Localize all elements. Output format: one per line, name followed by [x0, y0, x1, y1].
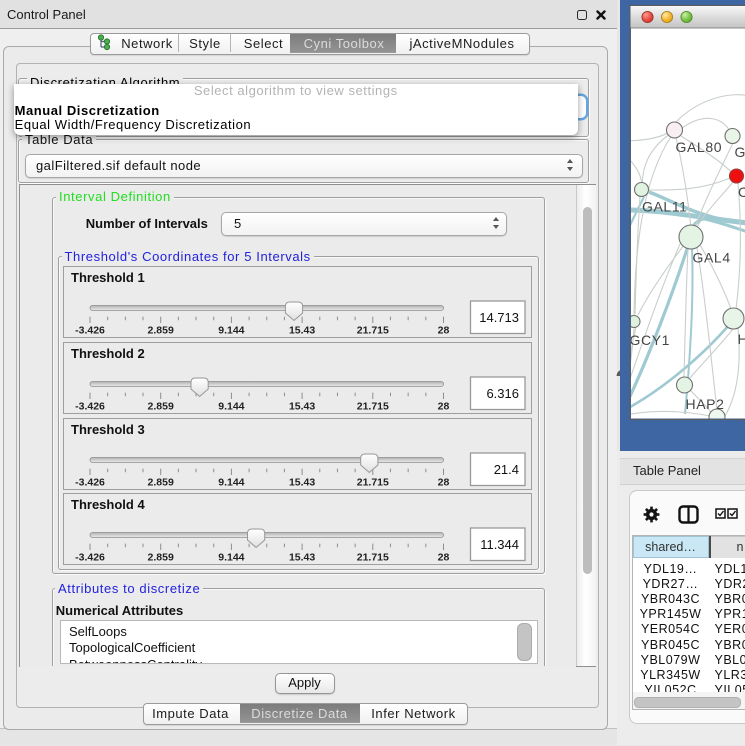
svg-text:HAP2: HAP2: [686, 396, 725, 412]
svg-text:GA: GA: [735, 144, 745, 160]
svg-text:21.715: 21.715: [357, 401, 389, 413]
svg-text:15.43: 15.43: [289, 552, 315, 564]
svg-text:-3.426: -3.426: [75, 552, 105, 564]
svg-text:Threshold 4: Threshold 4: [71, 497, 145, 512]
svg-text:GAL80: GAL80: [676, 139, 723, 155]
svg-text:9.144: 9.144: [218, 401, 244, 413]
svg-text:2.859: 2.859: [148, 552, 174, 564]
svg-text:28: 28: [438, 476, 450, 488]
svg-text:Threshold 3: Threshold 3: [71, 422, 145, 437]
svg-text:GCY1: GCY1: [630, 332, 671, 348]
svg-text:-3.426: -3.426: [75, 324, 105, 336]
svg-text:14.713: 14.713: [479, 310, 519, 325]
svg-text:21.4: 21.4: [494, 462, 519, 477]
svg-text:15.43: 15.43: [289, 476, 315, 488]
svg-text:Threshold 2: Threshold 2: [71, 346, 145, 361]
svg-text:-3.426: -3.426: [75, 476, 105, 488]
svg-text:H: H: [738, 331, 745, 347]
svg-text:C: C: [738, 184, 745, 200]
svg-text:21.715: 21.715: [357, 324, 389, 336]
svg-text:2.859: 2.859: [148, 401, 174, 413]
svg-text:2.859: 2.859: [148, 324, 174, 336]
svg-text:11.344: 11.344: [480, 537, 519, 552]
svg-text:9.144: 9.144: [218, 552, 244, 564]
svg-text:21.715: 21.715: [357, 552, 389, 564]
svg-text:15.43: 15.43: [289, 401, 315, 413]
svg-text:Threshold 1: Threshold 1: [71, 270, 145, 285]
svg-text:9.144: 9.144: [218, 324, 244, 336]
svg-text:6.316: 6.316: [486, 386, 519, 401]
svg-text:21.715: 21.715: [357, 476, 389, 488]
svg-text:9.144: 9.144: [218, 476, 244, 488]
svg-text:15.43: 15.43: [289, 324, 315, 336]
svg-text:28: 28: [438, 552, 450, 564]
svg-text:GAL4: GAL4: [693, 250, 731, 266]
svg-text:-3.426: -3.426: [75, 401, 105, 413]
svg-text:GAL11: GAL11: [642, 199, 688, 215]
svg-text:28: 28: [438, 324, 450, 336]
svg-text:2.859: 2.859: [148, 476, 174, 488]
svg-text:28: 28: [438, 401, 450, 413]
